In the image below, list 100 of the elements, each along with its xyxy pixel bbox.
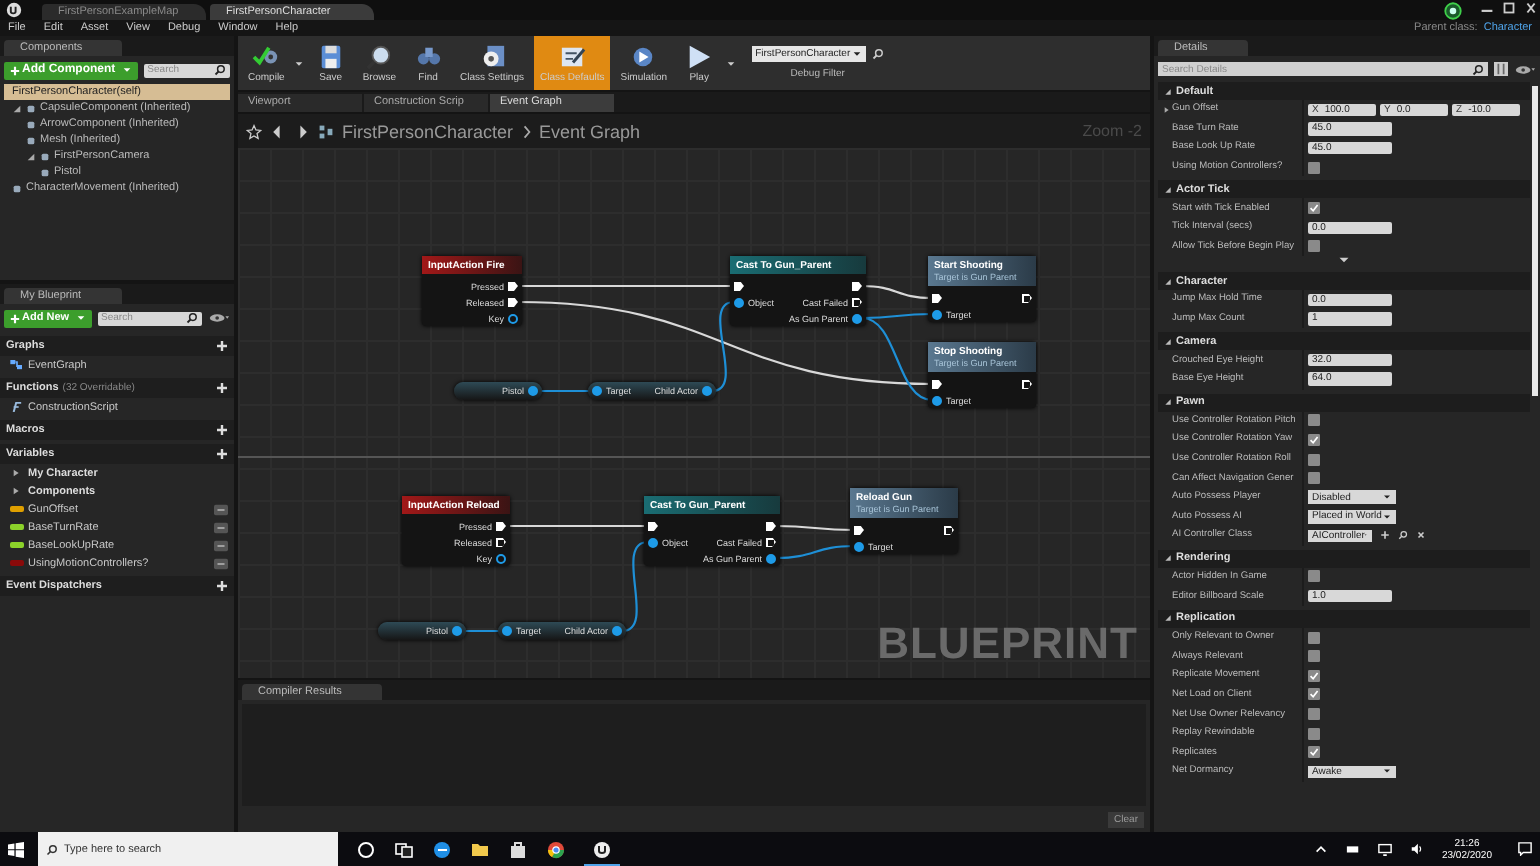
add-icon[interactable] xyxy=(216,340,228,352)
maximize-icon[interactable] xyxy=(1500,0,1518,16)
shopping-bag-icon[interactable] xyxy=(508,839,528,859)
data-pin[interactable] xyxy=(496,553,506,563)
forward-arrow-icon[interactable] xyxy=(294,123,310,139)
scrollbar-thumb[interactable] xyxy=(1532,86,1538,396)
source-control-icon[interactable] xyxy=(1444,1,1462,19)
checkbox[interactable] xyxy=(1308,631,1320,644)
add-icon[interactable] xyxy=(216,424,228,436)
expand-arrow-icon[interactable] xyxy=(12,103,22,113)
exec-pin[interactable] xyxy=(766,537,776,547)
data-pin[interactable] xyxy=(702,386,712,396)
columns-icon[interactable] xyxy=(1494,62,1508,76)
checkbox[interactable] xyxy=(1308,453,1320,466)
clear-icon[interactable] xyxy=(1416,530,1426,541)
add-icon[interactable] xyxy=(216,382,228,394)
data-pin[interactable] xyxy=(932,395,942,405)
collapse-arrow-icon[interactable] xyxy=(1164,87,1172,95)
data-pin[interactable] xyxy=(452,626,462,636)
exec-pin[interactable] xyxy=(496,521,506,531)
engine-logo-icon[interactable] xyxy=(592,839,612,859)
view-options-icon[interactable] xyxy=(1514,63,1536,75)
checkbox[interactable] xyxy=(1308,708,1320,721)
folder-icon[interactable] xyxy=(470,839,490,859)
data-pin[interactable] xyxy=(852,313,862,323)
speaker-icon[interactable] xyxy=(1409,842,1424,856)
close-icon[interactable] xyxy=(1522,0,1540,16)
battery-icon[interactable] xyxy=(1345,842,1360,856)
exec-pin[interactable] xyxy=(496,537,506,547)
star-icon[interactable] xyxy=(246,123,262,139)
checkbox[interactable] xyxy=(1308,202,1320,215)
data-pin[interactable] xyxy=(932,309,942,319)
notifications-icon[interactable] xyxy=(1518,842,1532,856)
search-icon xyxy=(214,64,226,76)
search-icon[interactable] xyxy=(872,48,885,60)
windows-start-icon[interactable] xyxy=(8,841,24,857)
checkbox[interactable] xyxy=(1308,433,1320,446)
exec-pin[interactable] xyxy=(734,281,744,291)
view-options-icon[interactable] xyxy=(208,312,230,324)
visibility-icon[interactable] xyxy=(214,503,228,515)
exec-pin[interactable] xyxy=(932,379,942,389)
checkbox[interactable] xyxy=(1308,240,1320,253)
visibility-icon[interactable] xyxy=(214,521,228,533)
data-pin[interactable] xyxy=(766,553,776,563)
collapse-arrow-icon[interactable] xyxy=(1164,277,1172,286)
checkbox[interactable] xyxy=(1308,688,1320,701)
collapse-arrow-icon[interactable] xyxy=(1164,614,1172,623)
exec-pin[interactable] xyxy=(766,521,776,531)
data-pin[interactable] xyxy=(612,626,622,636)
breadcrumb-item[interactable]: Event Graph xyxy=(539,121,641,141)
checkbox[interactable] xyxy=(1308,414,1320,427)
component-icon xyxy=(12,183,22,193)
circle-icon[interactable] xyxy=(356,839,376,859)
exec-pin[interactable] xyxy=(1022,293,1032,303)
data-pin[interactable] xyxy=(528,386,538,396)
browser-icon[interactable] xyxy=(432,839,452,859)
data-pin[interactable] xyxy=(592,386,602,396)
exec-pin[interactable] xyxy=(648,521,658,531)
checkbox[interactable] xyxy=(1308,472,1320,485)
visibility-icon[interactable] xyxy=(214,539,228,551)
data-pin[interactable] xyxy=(508,313,518,323)
exec-pin[interactable] xyxy=(932,293,942,303)
add-icon[interactable] xyxy=(216,448,228,460)
back-arrow-icon[interactable] xyxy=(270,123,286,139)
network-icon[interactable] xyxy=(1377,842,1392,856)
checkbox[interactable] xyxy=(1308,161,1320,174)
exec-pin[interactable] xyxy=(852,281,862,291)
exec-pin[interactable] xyxy=(944,525,954,535)
search-icon[interactable] xyxy=(1398,530,1408,541)
collapse-arrow-icon[interactable] xyxy=(1164,185,1172,194)
data-wire xyxy=(621,540,649,633)
collapse-arrow-icon[interactable] xyxy=(1164,398,1172,407)
checkbox[interactable] xyxy=(1308,746,1320,759)
globe-icon[interactable] xyxy=(546,839,566,859)
show-advanced-arrow-icon[interactable] xyxy=(1338,256,1350,265)
exec-pin[interactable] xyxy=(852,297,862,307)
collapse-arrow-icon[interactable] xyxy=(1164,554,1172,563)
breadcrumb-item[interactable]: FirstPersonCharacter xyxy=(342,121,514,141)
data-pin[interactable] xyxy=(734,297,744,307)
checkbox[interactable] xyxy=(1308,570,1320,583)
add-icon[interactable] xyxy=(216,580,228,592)
task-view-icon[interactable] xyxy=(394,839,414,859)
visibility-icon[interactable] xyxy=(214,557,228,569)
exec-pin[interactable] xyxy=(854,525,864,535)
use-selected-arrow-icon[interactable] xyxy=(1380,530,1390,541)
exec-wire xyxy=(506,524,648,528)
dropdown-arrow-icon[interactable] xyxy=(294,59,305,67)
collapse-arrow-icon[interactable] xyxy=(1164,337,1172,346)
checkbox[interactable] xyxy=(1308,669,1320,682)
data-pin[interactable] xyxy=(854,541,864,551)
exec-pin[interactable] xyxy=(508,281,518,291)
expand-arrow-icon[interactable] xyxy=(26,151,36,161)
checkbox[interactable] xyxy=(1308,650,1320,663)
chevron-up-icon[interactable] xyxy=(1313,842,1328,856)
exec-pin[interactable] xyxy=(1022,379,1032,389)
exec-pin[interactable] xyxy=(508,297,518,307)
data-pin[interactable] xyxy=(502,626,512,636)
checkbox[interactable] xyxy=(1308,727,1320,740)
data-pin[interactable] xyxy=(648,537,658,547)
dropdown-arrow-icon[interactable] xyxy=(725,59,736,67)
